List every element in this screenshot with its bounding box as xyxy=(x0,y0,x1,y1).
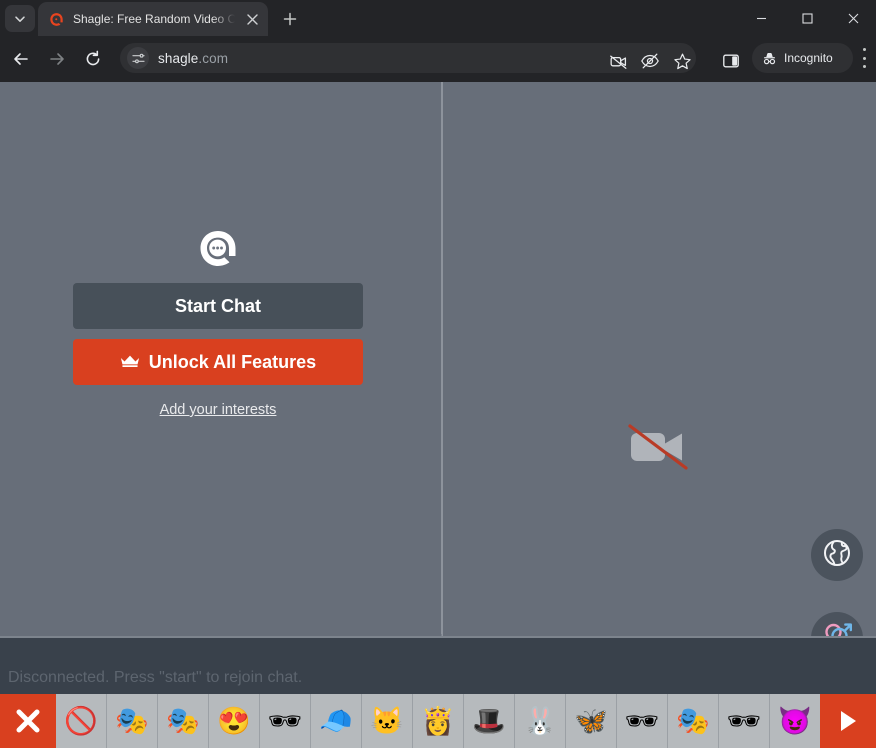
crown-icon xyxy=(120,352,140,373)
mask-dark-shades[interactable]: 🕶 xyxy=(260,694,311,748)
mask-strip-next-button[interactable] xyxy=(820,694,876,748)
mask-anonymous[interactable]: 🎭 xyxy=(107,694,158,748)
close-icon xyxy=(15,708,41,734)
mask-tiara-face-glyph: 👸 xyxy=(421,708,455,735)
mask-devil-horns-glyph: 😈 xyxy=(778,708,812,735)
plus-icon xyxy=(283,12,297,26)
mask-butterfly[interactable]: 🦋 xyxy=(566,694,617,748)
browser-tab[interactable]: Shagle: Free Random Video Cha xyxy=(38,2,268,36)
mask-none[interactable]: 🚫 xyxy=(56,694,107,748)
mask-pink-shades[interactable]: 🕶 xyxy=(719,694,770,748)
mask-strip-scroller[interactable]: 🚫🎭🎭😍🕶🧢🐱👸🎩🐰🦋🕶🎭🕶😈🎭 xyxy=(56,694,820,748)
mask-bunny[interactable]: 🐰 xyxy=(515,694,566,748)
tab-title: Shagle: Free Random Video Cha xyxy=(73,12,235,26)
kebab-dot xyxy=(863,57,866,60)
mask-dark-shades-glyph: 🕶 xyxy=(268,708,302,735)
panel-divider xyxy=(441,82,443,638)
mask-hat-cherries[interactable]: 🎩 xyxy=(464,694,515,748)
mask-beanie-beard[interactable]: 🧢 xyxy=(311,694,362,748)
window-minimize-button[interactable] xyxy=(738,0,784,36)
mask-devil-horns[interactable]: 😈 xyxy=(770,694,820,748)
mask-harlequin[interactable]: 🎭 xyxy=(668,694,719,748)
reload-icon xyxy=(84,50,102,68)
add-your-interests-link[interactable]: Add your interests xyxy=(160,402,277,418)
camera-blocked-icon[interactable] xyxy=(603,46,633,76)
incognito-hat-icon xyxy=(761,50,778,67)
window-close-button[interactable] xyxy=(830,0,876,36)
address-bar-url: shagle.com xyxy=(158,51,228,66)
shagle-speech-bubble-logo-icon xyxy=(196,227,240,271)
start-chat-button[interactable]: Start Chat xyxy=(73,283,363,329)
unlock-all-features-label: Unlock All Features xyxy=(149,352,316,373)
mask-anonymous-glyph: 🎭 xyxy=(115,708,149,735)
incognito-indicator[interactable]: Incognito xyxy=(752,43,853,73)
mask-strip-close-button[interactable] xyxy=(0,694,56,748)
url-tld: .com xyxy=(198,51,228,66)
window-controls xyxy=(738,0,876,36)
bottom-bar-divider xyxy=(0,636,876,638)
incognito-label: Incognito xyxy=(784,51,833,65)
country-filter-button[interactable] xyxy=(811,529,863,581)
url-host: shagle xyxy=(158,51,198,66)
back-button[interactable] xyxy=(8,46,34,72)
mask-cat[interactable]: 🐱 xyxy=(362,694,413,748)
mask-butterfly-glyph: 🦋 xyxy=(574,708,608,735)
mask-red-sunglasses[interactable]: 🕶 xyxy=(617,694,668,748)
side-panel-icon[interactable] xyxy=(716,46,746,76)
site-settings-icon[interactable] xyxy=(127,47,149,69)
mask-heart-eyes[interactable]: 😍 xyxy=(209,694,260,748)
globe-icon xyxy=(822,538,852,573)
arrow-left-icon xyxy=(12,50,30,68)
chevron-down-icon xyxy=(14,13,26,25)
browser-window: Shagle: Free Random Video Cha xyxy=(0,0,876,748)
arrow-right-icon xyxy=(48,50,66,68)
tab-close-icon[interactable] xyxy=(244,11,260,27)
star-icon[interactable] xyxy=(667,46,697,76)
kebab-dot xyxy=(863,65,866,68)
tab-strip: Shagle: Free Random Video Cha xyxy=(0,0,876,36)
tab-search-button[interactable] xyxy=(5,5,35,32)
forward-button[interactable] xyxy=(44,46,70,72)
eye-slash-icon[interactable] xyxy=(635,46,665,76)
mask-cat-glyph: 🐱 xyxy=(370,708,404,735)
mask-none-glyph: 🚫 xyxy=(64,708,98,735)
local-panel-controls: Start Chat Unlock All Features Add your … xyxy=(73,227,363,418)
mask-black-lace-glyph: 🎭 xyxy=(166,708,200,735)
mask-pink-shades-glyph: 🕶 xyxy=(727,708,761,735)
unlock-all-features-button[interactable]: Unlock All Features xyxy=(73,339,363,385)
mask-red-sunglasses-glyph: 🕶 xyxy=(625,708,659,735)
new-tab-button[interactable] xyxy=(276,7,304,31)
mask-hat-cherries-glyph: 🎩 xyxy=(472,708,506,735)
window-maximize-button[interactable] xyxy=(784,0,830,36)
reload-button[interactable] xyxy=(80,46,106,72)
chrome-menu-button[interactable] xyxy=(862,48,866,68)
status-message: Disconnected. Press "start" to rejoin ch… xyxy=(8,669,302,687)
mask-strip: 🚫🎭🎭😍🕶🧢🐱👸🎩🐰🦋🕶🎭🕶😈🎭 xyxy=(0,694,876,748)
play-icon xyxy=(837,709,859,733)
mask-beanie-beard-glyph: 🧢 xyxy=(319,708,353,735)
shagle-favicon-icon xyxy=(48,11,64,27)
mask-heart-eyes-glyph: 😍 xyxy=(217,708,251,735)
mask-harlequin-glyph: 🎭 xyxy=(676,708,710,735)
mask-bunny-glyph: 🐰 xyxy=(523,708,557,735)
kebab-dot xyxy=(863,48,866,51)
mask-tiara-face[interactable]: 👸 xyxy=(413,694,464,748)
camera-off-icon xyxy=(628,422,688,472)
mask-black-lace[interactable]: 🎭 xyxy=(158,694,209,748)
